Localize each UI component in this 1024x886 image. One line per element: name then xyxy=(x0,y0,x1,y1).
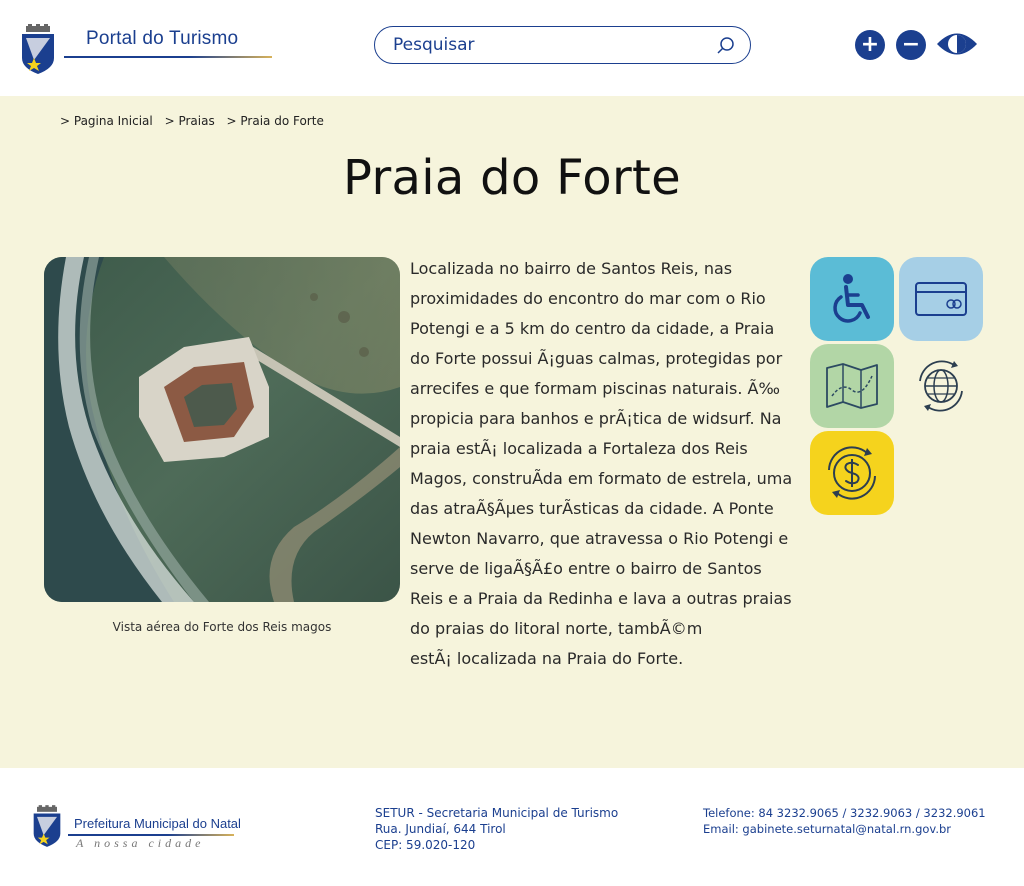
zoom-out-button[interactable]: − xyxy=(896,30,926,60)
portal-title: Portal do Turismo xyxy=(86,28,239,49)
description-line: serve de ligaÃ§Ã£o entre o bairro de San… xyxy=(410,559,762,578)
footer: Prefeitura Municipal do Natal A nossa ci… xyxy=(0,768,1024,886)
zoom-in-button[interactable]: + xyxy=(855,30,885,60)
accessibility-tile[interactable] xyxy=(810,257,894,341)
address-line: SETUR - Secretaria Municipal de Turismo xyxy=(375,806,619,820)
city-crest-icon xyxy=(22,24,54,74)
money-icon xyxy=(828,446,876,500)
search-icon[interactable] xyxy=(716,36,736,56)
description-line: arrecifes e que formam piscinas naturais… xyxy=(410,379,780,398)
photo-caption: Vista aérea do Forte dos Reis magos xyxy=(112,620,332,634)
description: Localizada no bairro de Santos Reis, nas… xyxy=(410,254,812,674)
logo-underline xyxy=(64,56,272,58)
footer-address: SETUR - Secretaria Municipal de Turismo … xyxy=(375,805,618,853)
map-tile[interactable] xyxy=(810,344,894,428)
money-tile[interactable] xyxy=(810,431,894,515)
description-line: do Forte possui Ã¡guas calmas, protegida… xyxy=(410,349,783,368)
payment-tile[interactable] xyxy=(899,257,983,341)
contrast-eye-icon[interactable] xyxy=(936,29,978,59)
wheelchair-icon xyxy=(833,274,870,323)
prefeitura-logo[interactable]: Prefeitura Municipal do Natal A nossa ci… xyxy=(32,804,262,854)
city-crest-icon xyxy=(33,805,61,847)
footer-email[interactable]: Email: gabinete.seturnatal@natal.rn.gov.… xyxy=(703,821,986,837)
address-line: Rua. Jundiaí, 644 Tirol xyxy=(375,822,506,836)
description-line: do praias do litoral norte, tambÃ©m xyxy=(410,619,703,638)
description-line: praia estÃ¡ localizada a Fortaleza dos R… xyxy=(410,439,748,458)
fort-aerial-photo xyxy=(44,257,400,602)
prefeitura-slogan: A nossa cidade xyxy=(76,836,205,850)
map-icon xyxy=(826,363,878,409)
address-line: CEP: 59.020-120 xyxy=(375,838,476,852)
description-line: Newton Navarro, que atravessa o Rio Pote… xyxy=(410,529,789,548)
search-input[interactable] xyxy=(393,34,693,56)
description-line: proximidades do encontro do mar com o Ri… xyxy=(410,289,766,308)
breadcrumb-praias[interactable]: > Praias xyxy=(165,114,215,128)
portal-logo[interactable]: Portal do Turismo xyxy=(20,24,280,76)
description-line: Localizada no bairro de Santos Reis, nas xyxy=(410,259,733,278)
description-line: Potengi e a 5 km do centro da cidade, a … xyxy=(410,319,775,338)
description-line: estÃ¡ localizada na Praia do Forte. xyxy=(410,649,684,668)
description-line: das atraÃ§Ãµes turÃsticas da cidade. A P… xyxy=(410,499,774,518)
footer-contact: Telefone: 84 3232.9065 / 3232.9063 / 323… xyxy=(703,805,986,837)
description-line: Magos, construÃda em formato de estrela,… xyxy=(410,469,793,488)
prefeitura-name: Prefeitura Municipal do Natal xyxy=(74,816,241,831)
page-title: Praia do Forte xyxy=(343,150,681,206)
header: Portal do Turismo + − xyxy=(0,0,1024,96)
breadcrumb: > Pagina Inicial > Praias > Praia do For… xyxy=(60,114,332,128)
credit-card-icon xyxy=(915,282,967,316)
main-content: > Pagina Inicial > Praias > Praia do For… xyxy=(0,96,1024,768)
breadcrumb-home[interactable]: > Pagina Inicial xyxy=(60,114,153,128)
breadcrumb-current[interactable]: > Praia do Forte xyxy=(227,114,324,128)
footer-phone: Telefone: 84 3232.9065 / 3232.9063 / 323… xyxy=(703,806,986,820)
description-line: Reis e a Praia da Redinha e lava a outra… xyxy=(410,589,792,608)
language-tile[interactable] xyxy=(899,344,983,428)
globe-icon xyxy=(919,360,963,412)
search-bar xyxy=(374,26,751,64)
description-line: propicia para banhos e prÃ¡tica de widsu… xyxy=(410,409,782,428)
